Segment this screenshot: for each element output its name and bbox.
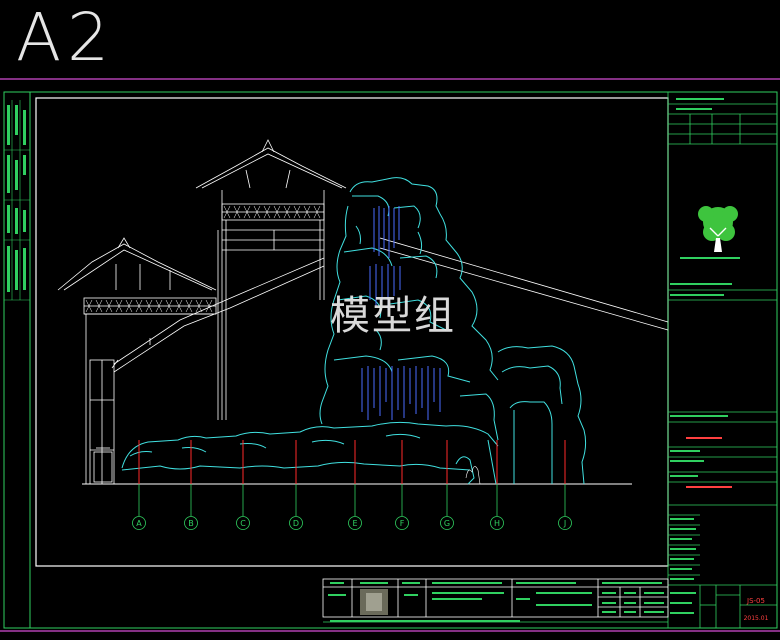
axis-label: J: [563, 519, 566, 528]
axis-label: A: [136, 519, 142, 528]
sheet-label: A2: [16, 0, 116, 76]
axis-label: F: [400, 519, 405, 528]
axis-label: H: [494, 519, 500, 528]
sheet-number: JS-05: [746, 597, 765, 605]
table-thumbnail-figure: [366, 593, 382, 611]
logo-caption-mark: [680, 257, 740, 259]
axis-label: G: [444, 519, 450, 528]
sheet-date: 2015.01: [744, 615, 769, 622]
cad-drawing-sheet: JS-05 2015.01 A B C D E F G H J A2 模型组: [0, 0, 780, 636]
axis-label: C: [240, 519, 246, 528]
watermark: 模型组: [330, 293, 456, 339]
axis-label: E: [352, 519, 357, 528]
axis-label: D: [293, 519, 299, 528]
axis-label: B: [188, 519, 194, 528]
table-footnote-text: [330, 620, 520, 622]
